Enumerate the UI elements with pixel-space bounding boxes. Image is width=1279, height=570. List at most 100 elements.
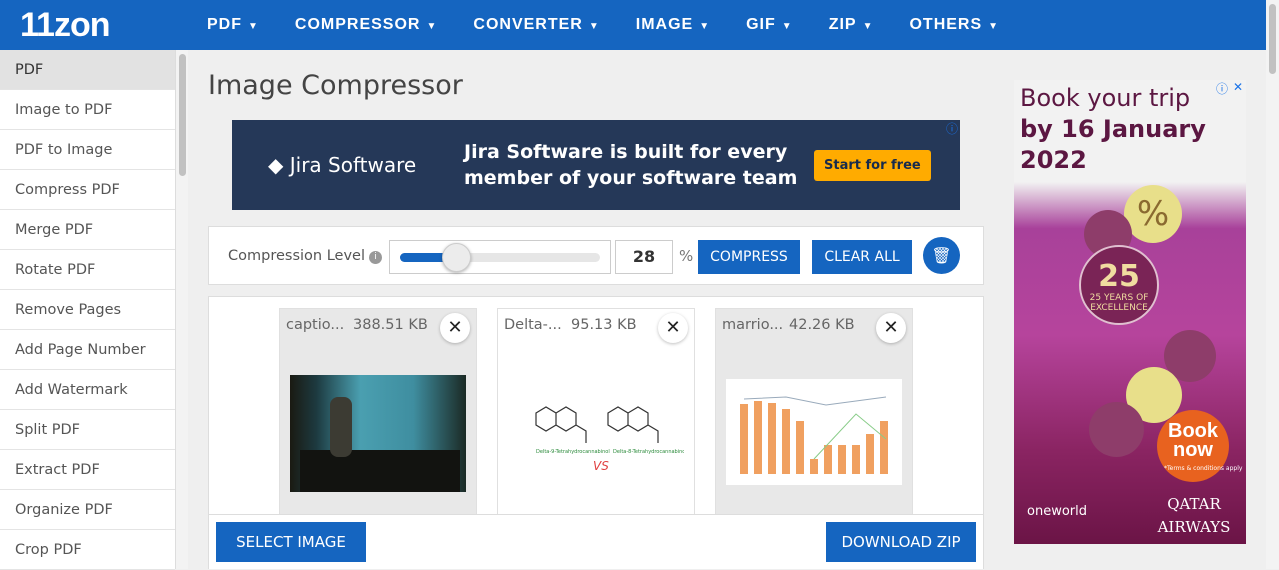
nav-label: OTHERS bbox=[909, 16, 983, 33]
ad-headline-line: Book your trip bbox=[1020, 84, 1191, 112]
file-name: marrio... bbox=[722, 317, 784, 333]
airplane-icon bbox=[1089, 402, 1144, 457]
remove-file-close-icon[interactable]: ✕ bbox=[658, 313, 688, 343]
caret-down-icon: ▼ bbox=[588, 21, 600, 32]
percent-label: % bbox=[679, 247, 694, 265]
nav-label: COMPRESSOR bbox=[294, 16, 421, 33]
molecule-drawing: VS Delta-9-Tetrahydrocannabinol Delta-8-Te… bbox=[535, 406, 687, 473]
page-scrollbar[interactable] bbox=[1266, 0, 1279, 569]
nav-compressor[interactable]: COMPRESSOR ▼ bbox=[295, 16, 437, 34]
caret-down-icon: ▼ bbox=[988, 21, 1000, 32]
remove-file-close-icon[interactable]: ✕ bbox=[876, 313, 906, 343]
nav-zip[interactable]: ZIP ▼ bbox=[829, 16, 874, 34]
delete-all-trash-icon[interactable]: 🗑 bbox=[923, 237, 960, 274]
file-size: 388.51 KB bbox=[353, 317, 428, 333]
image-card: captio... 388.51 KB ✕ bbox=[279, 308, 477, 518]
sidebar-item-organize-pdf[interactable]: Organize PDF bbox=[0, 490, 175, 530]
nav-label: CONVERTER bbox=[473, 16, 583, 33]
bottom-action-bar: SELECT IMAGE DOWNLOAD ZIP bbox=[209, 514, 983, 569]
top-navbar: 11zon PDF ▼ COMPRESSOR ▼ CONVERTER ▼ IMAGE ▼… bbox=[0, 0, 1266, 50]
sidebar-item-pdf-to-image[interactable]: PDF to Image bbox=[0, 130, 175, 170]
remove-file-close-icon[interactable]: ✕ bbox=[440, 313, 470, 343]
image-thumbnail: VS Delta-9-Tetrahydrocannabinol Delta-8-Te… bbox=[508, 375, 687, 492]
image-thumbnail bbox=[290, 375, 466, 492]
jira-brand: ◆ Jira Software bbox=[268, 153, 464, 177]
caret-down-icon: ▼ bbox=[248, 21, 259, 32]
file-size: 95.13 KB bbox=[571, 317, 637, 333]
caret-down-icon: ▼ bbox=[426, 21, 438, 32]
anniversary-badge: 25 25 YEARS OF EXCELLENCE bbox=[1079, 245, 1159, 325]
nav-converter[interactable]: CONVERTER ▼ bbox=[473, 16, 599, 34]
terms-text: *Terms & conditions apply bbox=[1164, 465, 1243, 472]
ad-info-icon[interactable]: ⓘ bbox=[1216, 80, 1228, 97]
caret-down-icon: ▼ bbox=[862, 21, 874, 32]
compression-label: Compression Level i bbox=[228, 248, 382, 264]
image-list-panel: captio... 388.51 KB ✕ Delta-... 95.13 KB ✕… bbox=[208, 296, 984, 569]
sidebar-item-crop-pdf[interactable]: Crop PDF bbox=[0, 530, 175, 570]
sidebar: PDF Image to PDF PDF to Image Compress P… bbox=[0, 50, 175, 570]
svg-text:VS: VS bbox=[593, 459, 609, 473]
file-name: Delta-... bbox=[504, 317, 562, 333]
scrollbar-thumb[interactable] bbox=[1269, 4, 1276, 74]
caret-down-icon: ▼ bbox=[699, 21, 711, 32]
svg-text:Delta-9-Tetrahydrocannabinol: Delta-9-Tetrahydrocannabinol bbox=[536, 449, 610, 455]
jira-brand-text: Jira Software bbox=[289, 153, 417, 177]
slider-handle[interactable] bbox=[442, 243, 471, 272]
download-zip-button[interactable]: DOWNLOAD ZIP bbox=[826, 522, 976, 562]
compress-button[interactable]: COMPRESS bbox=[698, 240, 800, 274]
select-image-button[interactable]: SELECT IMAGE bbox=[216, 522, 366, 562]
qatar-logo: QATAR AIRWAYS bbox=[1149, 492, 1239, 538]
file-size: 42.26 KB bbox=[789, 317, 855, 333]
nav-pdf[interactable]: PDF ▼ bbox=[207, 16, 259, 34]
sidebar-item-remove-pages[interactable]: Remove Pages bbox=[0, 290, 175, 330]
sidebar-item-extract-pdf[interactable]: Extract PDF bbox=[0, 450, 175, 490]
sidebar-item-compress-pdf[interactable]: Compress PDF bbox=[0, 170, 175, 210]
clear-all-button[interactable]: CLEAR ALL bbox=[812, 240, 912, 274]
nav-image[interactable]: IMAGE ▼ bbox=[636, 16, 710, 34]
qatar-logo-text: QATAR AIRWAYS bbox=[1157, 495, 1231, 536]
qatar-airways-ad[interactable]: Book your trip by 16 January 2022 ⓘ ✕ % 25… bbox=[1014, 80, 1246, 544]
ad-info-icon[interactable]: ⓘ bbox=[946, 120, 958, 137]
svg-text:Delta-8-Tetrahydrocannabinol: Delta-8-Tetrahydrocannabinol bbox=[613, 449, 684, 455]
oneworld-logo: oneworld bbox=[1027, 504, 1087, 519]
jira-logo-icon: ◆ bbox=[268, 153, 290, 177]
sidebar-scrollbar[interactable] bbox=[175, 50, 188, 569]
sidebar-item-add-watermark[interactable]: Add Watermark bbox=[0, 370, 175, 410]
nav-label: PDF bbox=[207, 16, 242, 33]
ad-headline-line: by 16 January bbox=[1020, 115, 1206, 143]
sidebar-item-add-page-number[interactable]: Add Page Number bbox=[0, 330, 175, 370]
jira-ad-banner[interactable]: ◆ Jira Software Jira Software is built f… bbox=[232, 120, 960, 210]
nav-others[interactable]: OTHERS ▼ bbox=[909, 16, 999, 34]
logo[interactable]: 11zon bbox=[20, 6, 207, 45]
nav-label: ZIP bbox=[828, 16, 857, 33]
sidebar-item-rotate-pdf[interactable]: Rotate PDF bbox=[0, 250, 175, 290]
page-title: Image Compressor bbox=[208, 70, 463, 101]
ad-close-icon[interactable]: ✕ bbox=[1233, 80, 1243, 94]
compression-label-text: Compression Level bbox=[228, 248, 365, 264]
percent-icon: % bbox=[1124, 185, 1182, 243]
file-name: captio... bbox=[286, 317, 345, 333]
ad-headline-line: 2022 bbox=[1020, 146, 1087, 174]
nav-label: IMAGE bbox=[635, 16, 694, 33]
caret-down-icon: ▼ bbox=[781, 21, 793, 32]
image-thumbnail bbox=[726, 379, 902, 485]
compression-value-input[interactable]: 28 bbox=[615, 240, 673, 274]
slider-track[interactable] bbox=[400, 243, 600, 272]
jira-message: Jira Software is built for every member … bbox=[464, 141, 798, 189]
compression-toolbar: Compression Level i 28 % COMPRESS CLEAR A… bbox=[208, 226, 984, 285]
badge-text: 25 YEARS OF EXCELLENCE bbox=[1089, 293, 1149, 313]
nav-gif[interactable]: GIF ▼ bbox=[746, 16, 793, 34]
sidebar-item-pdf[interactable]: PDF bbox=[0, 50, 175, 90]
sidebar-item-merge-pdf[interactable]: Merge PDF bbox=[0, 210, 175, 250]
compression-slider[interactable] bbox=[389, 240, 611, 274]
sidebar-item-split-pdf[interactable]: Split PDF bbox=[0, 410, 175, 450]
jira-cta-button[interactable]: Start for free bbox=[814, 149, 931, 181]
sidebar-item-image-to-pdf[interactable]: Image to PDF bbox=[0, 90, 175, 130]
scrollbar-thumb[interactable] bbox=[179, 54, 186, 176]
chart-thumbnail bbox=[740, 396, 888, 474]
image-card: Delta-... 95.13 KB ✕ VS Delta-9-Tetrahydro… bbox=[497, 308, 695, 518]
ad-headline: Book your trip by 16 January 2022 bbox=[1020, 83, 1206, 176]
image-card: marrio... 42.26 KB ✕ bbox=[715, 308, 913, 518]
nav-label: GIF bbox=[746, 16, 776, 33]
info-icon[interactable]: i bbox=[368, 251, 382, 264]
